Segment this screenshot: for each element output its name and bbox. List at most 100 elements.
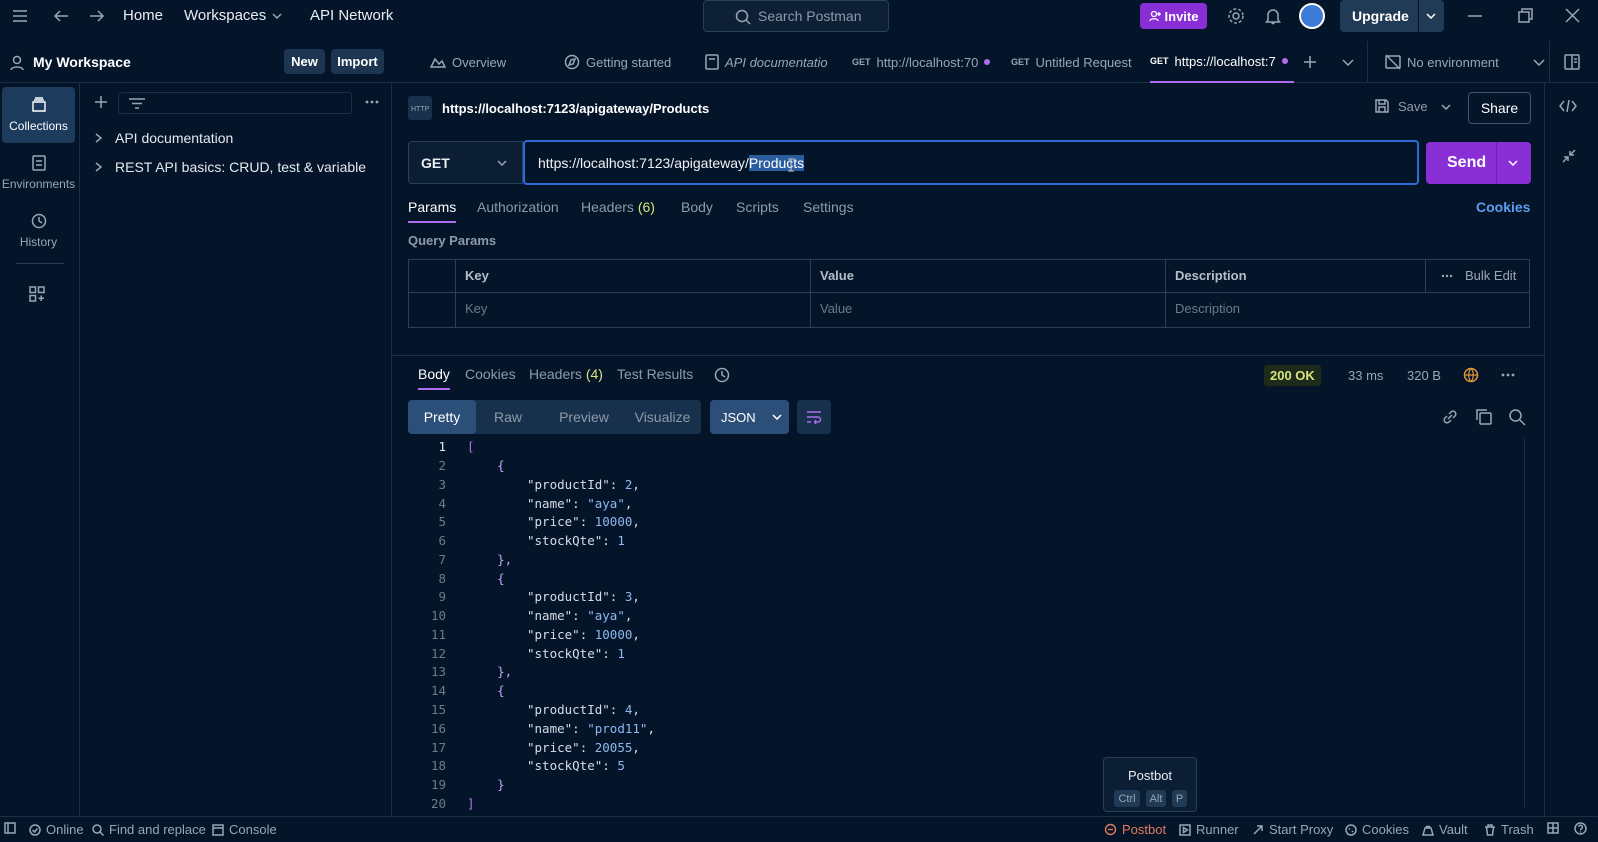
filter-input[interactable] [118,92,352,114]
response-size[interactable]: 320 B [1407,368,1441,383]
bulk-edit-button[interactable]: Bulk Edit [1441,268,1516,283]
postbot-button[interactable]: Postbot [1104,822,1166,837]
pane-divider[interactable] [392,355,1544,356]
response-time[interactable]: 33 ms [1348,368,1383,383]
sidebar-item-environments[interactable]: Environments [2,145,75,201]
value-input[interactable]: Value [820,301,852,316]
method-select[interactable]: GET [408,141,523,184]
restore-icon[interactable] [1518,8,1534,24]
link-icon[interactable] [1441,408,1459,426]
tab-headers[interactable]: Headers (6) [581,199,655,215]
view-visualize[interactable]: Visualize [624,400,701,434]
search-input[interactable]: Search Postman [703,0,889,32]
tab-active-request[interactable]: GET https://localhost:7 [1150,41,1294,83]
new-button[interactable]: New [284,49,325,74]
environment-selector[interactable]: No environment [1385,41,1545,83]
sidebar-item-history[interactable]: History [2,203,75,259]
more-options-icon[interactable] [1501,373,1515,377]
tab-label: Untitled Request [1035,54,1132,70]
console-button[interactable]: Console [212,822,277,837]
tab-authorization[interactable]: Authorization [477,199,559,215]
chevron-down-icon[interactable] [1508,160,1518,166]
configure-workbench-icon[interactable] [29,286,45,302]
send-button[interactable]: Send [1426,142,1531,184]
collection-item[interactable]: API documentation [95,130,233,146]
tab-request-localhost-70[interactable]: GET http://localhost:70 [852,41,991,83]
help-icon[interactable] [1574,822,1587,835]
no-environment-icon [1385,54,1401,70]
history-icon[interactable] [714,367,730,383]
code-icon[interactable] [1559,99,1577,113]
more-options-icon[interactable] [365,95,379,109]
import-button[interactable]: Import [331,49,384,74]
tab-overview[interactable]: Overview [430,41,506,83]
home-link[interactable]: Home [123,7,163,24]
format-select[interactable]: JSON [710,400,789,434]
tab-response-cookies[interactable]: Cookies [465,366,516,382]
workspaces-menu[interactable]: Workspaces [184,7,282,24]
cookies-button[interactable]: Cookies [1345,822,1409,837]
view-pretty[interactable]: Pretty [408,400,476,434]
tab-test-results[interactable]: Test Results [617,366,693,382]
layout-icon[interactable] [1547,822,1559,834]
key-input[interactable]: Key [465,301,487,316]
chevron-down-icon[interactable] [1426,13,1436,19]
online-status[interactable]: Online [29,822,84,837]
save-button[interactable]: Save [1374,98,1428,114]
vault-button[interactable]: Vault [1422,822,1468,837]
new-tab-icon[interactable] [1304,56,1316,68]
collapse-icon[interactable] [1562,149,1576,163]
tab-response-headers[interactable]: Headers (4) [529,366,603,382]
description-input[interactable]: Description [1175,301,1240,316]
tab-scripts[interactable]: Scripts [736,199,779,215]
wrap-lines-button[interactable] [797,400,831,434]
view-raw[interactable]: Raw [478,400,538,434]
console-icon [212,823,224,836]
json-bracket: [ [467,439,475,454]
tab-response-body[interactable]: Body [418,366,450,390]
url-input[interactable]: https://localhost:7123/apigateway/Produc… [523,140,1419,185]
back-arrow-icon[interactable] [53,9,69,23]
collection-item[interactable]: REST API basics: CRUD, test & variable [95,159,366,175]
sidebar-item-collections[interactable]: Collections [2,87,75,143]
tab-params[interactable]: Params [408,199,457,223]
start-proxy-button[interactable]: Start Proxy [1252,822,1333,837]
avatar[interactable] [1299,3,1325,29]
notification-bell-icon[interactable] [1265,7,1281,25]
tab-untitled-request[interactable]: GET Untitled Request [1011,41,1132,83]
find-replace-button[interactable]: Find and replace [92,822,206,837]
status-bar: Online Find and replace Console Postbot … [0,816,1598,842]
copy-icon[interactable] [1475,408,1493,426]
tab-api-documentation[interactable]: API documentatio [705,41,828,83]
workspace-name[interactable]: My Workspace [33,54,131,70]
trash-button[interactable]: Trash [1484,822,1534,837]
forward-arrow-icon[interactable] [89,9,105,23]
tab-settings[interactable]: Settings [803,199,854,215]
tab-body[interactable]: Body [681,199,713,215]
compass-icon [564,54,580,70]
url-selected-text: Products [748,154,805,171]
api-network-link[interactable]: API Network [310,7,393,24]
method-label: GET [421,154,450,171]
share-button[interactable]: Share [1468,92,1531,124]
tab-getting-started[interactable]: Getting started [564,41,671,83]
toggle-sidebar-icon[interactable] [4,822,16,834]
request-title[interactable]: https://localhost:7123/apigateway/Produc… [442,101,709,116]
status-badge[interactable]: 200 OK [1264,365,1321,386]
menu-icon[interactable] [12,9,28,23]
environment-quick-look-icon[interactable] [1564,54,1580,70]
minimize-icon[interactable] [1468,15,1482,17]
close-window-icon[interactable] [1565,8,1580,23]
network-globe-icon[interactable] [1463,367,1479,383]
view-preview[interactable]: Preview [544,400,624,434]
runner-button[interactable]: Runner [1179,822,1239,837]
save-dropdown-icon[interactable] [1441,104,1451,110]
scrollbar-track[interactable] [1524,437,1525,807]
add-collection-icon[interactable] [94,95,108,109]
search-icon[interactable] [1508,408,1526,426]
invite-button[interactable]: Invite [1140,3,1207,29]
upgrade-button[interactable]: Upgrade [1340,0,1444,32]
settings-gear-icon[interactable] [1227,7,1245,25]
cookies-link[interactable]: Cookies [1476,199,1530,215]
tabs-dropdown-icon[interactable] [1342,59,1354,66]
